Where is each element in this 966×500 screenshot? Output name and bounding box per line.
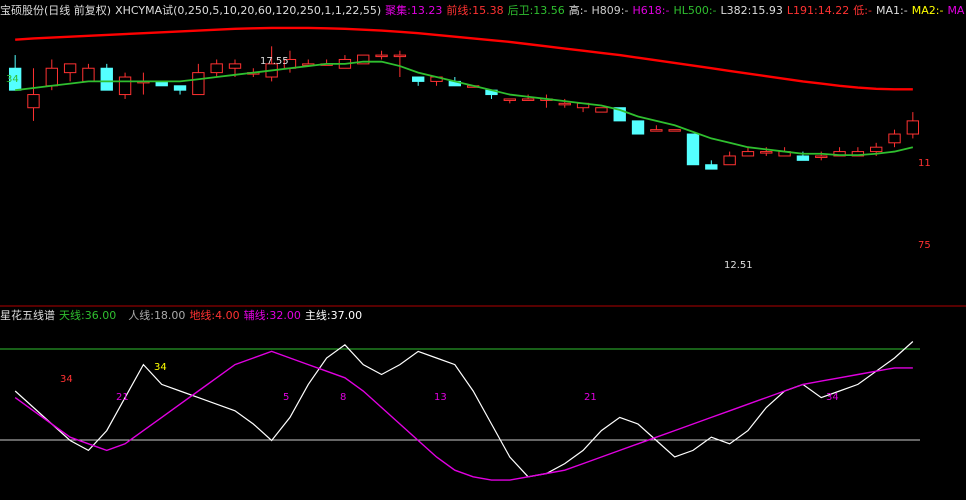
candle-body bbox=[796, 155, 810, 161]
candle-body bbox=[521, 98, 535, 101]
candle-body bbox=[723, 155, 736, 166]
candle-body bbox=[906, 120, 920, 135]
candle-body bbox=[45, 67, 58, 87]
price-annotation: 11 bbox=[918, 158, 931, 169]
candle-body bbox=[63, 63, 77, 74]
sub-header: 星花五线谱 天线:36.00 人线:18.00 地线:4.00 辅线:32.00 主线:3… bbox=[0, 308, 366, 324]
candle-body bbox=[393, 54, 407, 58]
candle-body bbox=[686, 133, 700, 166]
l191-label: L191: bbox=[786, 4, 818, 17]
di-line-label: 地线: bbox=[189, 309, 216, 322]
sub-label: 13 bbox=[434, 392, 447, 403]
sub-label: 21 bbox=[584, 392, 597, 403]
sub-label: 34 bbox=[60, 374, 73, 385]
ma1-value: - bbox=[903, 4, 908, 17]
l382-label: L382: bbox=[720, 4, 752, 17]
l191-value: 14.22 bbox=[817, 4, 850, 17]
juji-label: 聚集: bbox=[385, 4, 411, 17]
h809-label: H809: bbox=[591, 4, 625, 17]
price-annotation: 34 bbox=[6, 74, 19, 85]
sub-label: 5 bbox=[283, 392, 289, 403]
main-header: 宝硕股份(日线 前复权) XHCYMA试(0,250,5,10,20,60,120… bbox=[0, 3, 876, 19]
ma2-label: MA2: bbox=[911, 4, 940, 17]
candle-body bbox=[760, 151, 773, 154]
candle-body bbox=[595, 107, 608, 113]
ma1-label: MA1: bbox=[876, 4, 904, 17]
h618-label: H618: bbox=[632, 4, 666, 17]
candle-body bbox=[375, 54, 388, 58]
candle-body bbox=[100, 67, 113, 91]
candle-body bbox=[503, 98, 516, 101]
juji-value: 13.23 bbox=[410, 4, 443, 17]
candle-body bbox=[870, 146, 883, 153]
fu-value: 32.00 bbox=[269, 309, 301, 322]
hl500-value: - bbox=[712, 4, 717, 17]
l382-value: 15.93 bbox=[751, 4, 783, 17]
zhu-label: 主线: bbox=[304, 309, 331, 322]
ma3-label: MA bbox=[947, 4, 965, 17]
di-line-value: 4.00 bbox=[215, 309, 240, 322]
sub-label: 34 bbox=[154, 362, 167, 373]
candle-body bbox=[192, 72, 205, 96]
sub-label: 21 bbox=[116, 392, 129, 403]
ren-value: 18.00 bbox=[153, 309, 186, 322]
qianwei-label: 前线: bbox=[446, 4, 473, 17]
fu-label: 辅线: bbox=[243, 309, 270, 322]
candle-body bbox=[118, 76, 132, 96]
ma-header: MA1:- MA2:- MA bbox=[876, 3, 966, 19]
candle-body bbox=[631, 120, 645, 135]
di-label: 低: bbox=[853, 4, 868, 17]
tian-value: 36.00 bbox=[84, 309, 117, 322]
ren-label: 人线: bbox=[128, 309, 154, 322]
h618-value: - bbox=[665, 4, 670, 17]
candle-body bbox=[888, 133, 901, 144]
candle-body bbox=[82, 67, 95, 82]
candle-body bbox=[173, 85, 187, 91]
candle-body bbox=[668, 129, 681, 132]
candle-body bbox=[558, 102, 571, 106]
candle-body bbox=[705, 164, 718, 170]
di-value: - bbox=[867, 4, 872, 17]
qianwei-value: 15.38 bbox=[472, 4, 504, 17]
price-annotation: 75 bbox=[918, 240, 931, 251]
gao-label: 高: bbox=[568, 4, 584, 17]
candle-body bbox=[210, 63, 223, 74]
zhu-value: 37.00 bbox=[330, 309, 363, 322]
sub-label: 34 bbox=[826, 392, 839, 403]
tian-label: 天线: bbox=[59, 309, 85, 322]
candle-body bbox=[741, 151, 755, 157]
sub-name: 星花五线谱 bbox=[0, 309, 55, 322]
indicator-name: XHCYMA试(0,250,5,10,20,60,120,250,1,1,22,… bbox=[115, 4, 382, 17]
houwei-label: 后卫: bbox=[507, 4, 534, 17]
houwei-value: 13.56 bbox=[533, 4, 565, 17]
h809-value: - bbox=[624, 4, 629, 17]
sub-label: 8 bbox=[340, 392, 346, 403]
candle-body bbox=[412, 76, 425, 82]
candle-body bbox=[27, 94, 40, 109]
gao-value: - bbox=[583, 4, 588, 17]
chart-canvas: 34 34 21 5 8 13 21 34 17.55 12.51 34 11 75 bbox=[0, 0, 966, 500]
hl500-label: HL500: bbox=[673, 4, 713, 17]
price-annotation: 12.51 bbox=[724, 260, 753, 271]
candle-body bbox=[815, 155, 828, 158]
ma2-value: - bbox=[939, 4, 944, 17]
stock-name: 宝硕股份(日线 前复权) bbox=[0, 4, 112, 17]
price-annotation: 17.55 bbox=[260, 56, 289, 67]
candle-body bbox=[650, 129, 663, 132]
candle-body bbox=[228, 63, 242, 69]
